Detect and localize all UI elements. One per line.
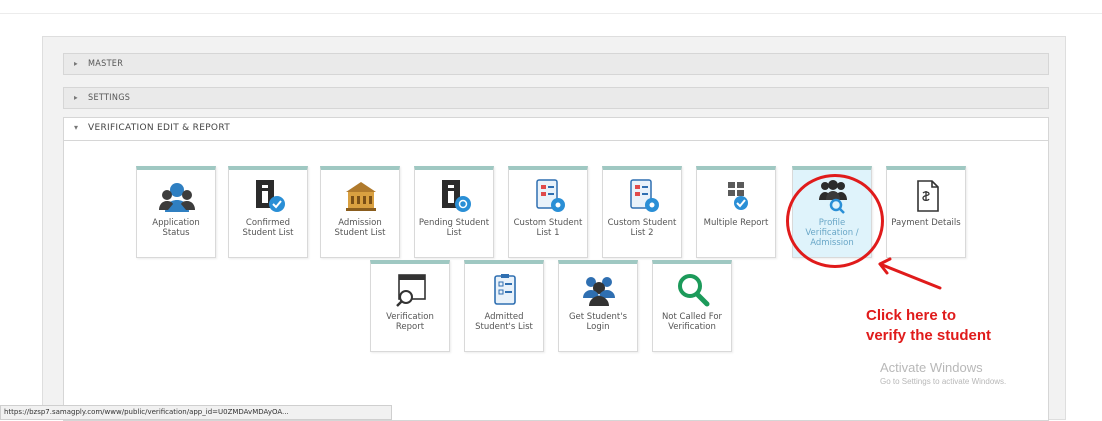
tile-confirmed-student-list[interactable]: Confirmed Student List [228, 166, 308, 258]
annotation-text: Click here to verify the student [866, 306, 991, 346]
clipboard-list-icon [494, 274, 516, 305]
tile-label: Application Status [152, 218, 200, 238]
tile-payment-details[interactable]: Payment Details [886, 166, 966, 258]
building-icon [346, 182, 376, 211]
tile-multiple-report[interactable]: Multiple Report [696, 166, 776, 258]
multiple-report-icon [728, 182, 748, 210]
accordion-verification-header[interactable]: ▾ Verification Edit & Report [64, 118, 1048, 141]
confirmed-list-icon [256, 180, 285, 212]
tile-custom-student-list-2[interactable]: Custom Student List 2 [602, 166, 682, 258]
status-bar-url: https://bzsp7.samagply.com/www/public/ve… [0, 405, 392, 420]
payment-doc-icon [917, 180, 939, 212]
group-icon [583, 277, 615, 306]
tile-label: Multiple Report [703, 218, 769, 228]
chevron-right-icon: ▸ [74, 59, 78, 68]
tile-label: Custom Student List 1 [513, 218, 583, 238]
tile-label: Pending Student List [418, 218, 490, 238]
accordion-settings-label: Settings [88, 93, 131, 103]
top-divider [0, 13, 1102, 14]
custom-list-icon [536, 179, 565, 212]
tile-label: Verification Report [386, 312, 434, 332]
tile-application-status[interactable]: Application Status [136, 166, 216, 258]
accordion-master[interactable]: ▸ Master [63, 53, 1049, 75]
tile-label: Not Called For Verification [661, 312, 723, 332]
accordion-settings[interactable]: ▸ Settings [63, 87, 1049, 109]
tile-admitted-students-list[interactable]: Admitted Student's List [464, 260, 544, 352]
tile-verification-report[interactable]: Verification Report [370, 260, 450, 352]
tile-not-called-for-verification[interactable]: Not Called For Verification [652, 260, 732, 352]
magnifier-icon [678, 274, 710, 307]
tile-label: Admitted Student's List [475, 312, 533, 332]
custom-list-icon [630, 179, 659, 212]
pending-list-icon [442, 180, 471, 212]
pointer-arrow-icon [878, 257, 942, 290]
chevron-right-icon: ▸ [74, 93, 78, 102]
watermark-line-2: Go to Settings to activate Windows. [880, 377, 1007, 386]
accordion-verification-label: Verification Edit & Report [88, 123, 231, 133]
tile-label: Get Student's Login [568, 312, 628, 332]
accordion-master-label: Master [88, 59, 124, 69]
tile-pending-student-list[interactable]: Pending Student List [414, 166, 494, 258]
activate-windows-watermark: Activate Windows Go to Settings to activ… [880, 360, 1006, 386]
tile-admission-student-list[interactable]: Admission Student List [320, 166, 400, 258]
annotation-line-1: Click here to [866, 307, 957, 324]
users-icon [159, 183, 195, 212]
tile-label: Payment Details [891, 218, 961, 228]
tile-label: Custom Student List 2 [607, 218, 677, 238]
tile-get-students-login[interactable]: Get Student's Login [558, 260, 638, 352]
chevron-down-icon: ▾ [74, 123, 79, 132]
tile-label: Admission Student List [334, 218, 386, 238]
tile-label: Confirmed Student List [242, 218, 294, 238]
tile-custom-student-list-1[interactable]: Custom Student List 1 [508, 166, 588, 258]
annotation-line-2: verify the student [866, 327, 992, 344]
verification-report-icon [396, 274, 426, 307]
watermark-line-1: Activate Windows [880, 360, 983, 375]
